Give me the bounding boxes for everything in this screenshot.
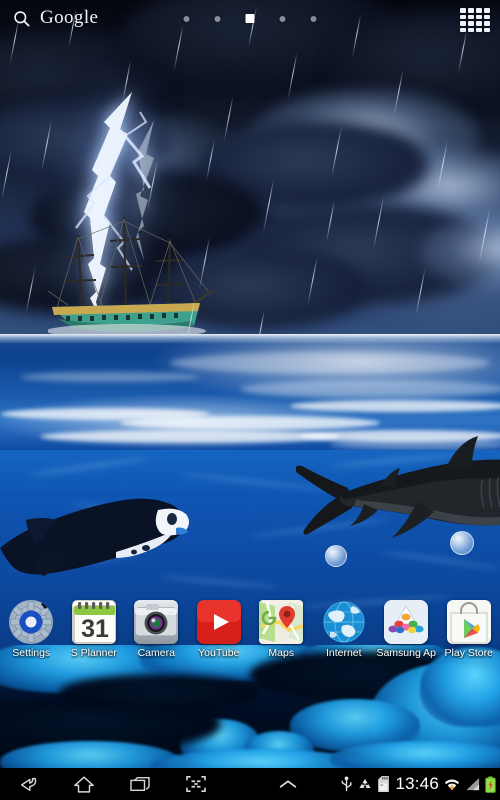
back-arrow-icon	[20, 777, 37, 792]
app-label: Internet	[325, 647, 362, 659]
app-samsung-apps[interactable]: Samsung Ap	[375, 600, 438, 666]
app-label: Samsung Ap	[376, 647, 437, 659]
recycle-icon	[358, 777, 372, 792]
camera-icon	[134, 600, 179, 644]
play-store-bag-icon	[446, 600, 491, 644]
app-camera[interactable]: Camera	[125, 600, 188, 666]
samsung-apps-icon	[384, 600, 429, 644]
page-dot-2[interactable]	[214, 15, 221, 22]
sd-card-icon	[377, 776, 390, 792]
page-indicator	[183, 14, 317, 23]
app-label: S Planner	[70, 647, 117, 659]
app-s-planner[interactable]: 31 S Planner	[63, 600, 126, 666]
app-label: Settings	[12, 647, 51, 659]
app-label: Maps	[268, 647, 295, 659]
page-dot-4[interactable]	[279, 15, 286, 22]
globe-icon	[322, 600, 366, 644]
app-label: Camera	[137, 647, 175, 659]
app-label: YouTube	[198, 647, 240, 659]
expand-button[interactable]	[260, 768, 316, 800]
manta-ray	[0, 498, 189, 576]
home-icon	[74, 775, 94, 793]
signal-bars-icon	[465, 777, 480, 792]
status-clock: 13:46	[395, 774, 439, 793]
app-play-store[interactable]: Play Store	[438, 600, 500, 666]
maps-pin-icon	[259, 600, 304, 644]
page-dot-1[interactable]	[183, 15, 190, 22]
search-icon	[14, 10, 30, 26]
page-dot-3[interactable]	[245, 14, 255, 23]
google-search-widget[interactable]: Google	[0, 7, 98, 29]
bubble	[325, 545, 347, 567]
app-youtube[interactable]: YouTube	[188, 600, 251, 666]
back-button[interactable]	[0, 768, 56, 800]
recents-button[interactable]	[112, 768, 168, 800]
google-label: Google	[40, 7, 99, 28]
home-top-bar: Google	[0, 0, 500, 36]
svg-text:31: 31	[81, 615, 109, 643]
app-settings[interactable]: Settings	[0, 600, 63, 666]
recent-apps-icon	[130, 776, 150, 792]
home-button[interactable]	[56, 768, 112, 800]
settings-gear-icon	[9, 600, 54, 644]
usb-icon	[340, 776, 353, 792]
status-icons: 13:46	[340, 768, 496, 800]
app-internet[interactable]: Internet	[313, 600, 376, 666]
sea-surface	[0, 334, 500, 452]
system-navigation-bar: 13:46	[0, 768, 500, 800]
android-home-screen: Google Settings 31 S Planner Camera YouT…	[0, 0, 500, 800]
youtube-play-icon	[196, 600, 241, 644]
wifi-download-icon	[444, 776, 460, 792]
chevron-up-icon	[279, 780, 297, 788]
apps-grid-icon[interactable]	[458, 6, 492, 34]
app-label: Play Store	[444, 647, 493, 659]
screen-capture-icon	[186, 775, 206, 793]
app-shortcut-row: Settings 31 S Planner Camera YouTube Map…	[0, 600, 500, 666]
sailing-ship	[48, 216, 213, 338]
battery-charging-icon	[485, 776, 496, 793]
app-maps[interactable]: Maps	[250, 600, 313, 666]
page-dot-5[interactable]	[310, 15, 317, 22]
screenshot-button[interactable]	[168, 768, 224, 800]
bubble	[450, 531, 474, 555]
calendar-icon: 31	[71, 600, 116, 644]
